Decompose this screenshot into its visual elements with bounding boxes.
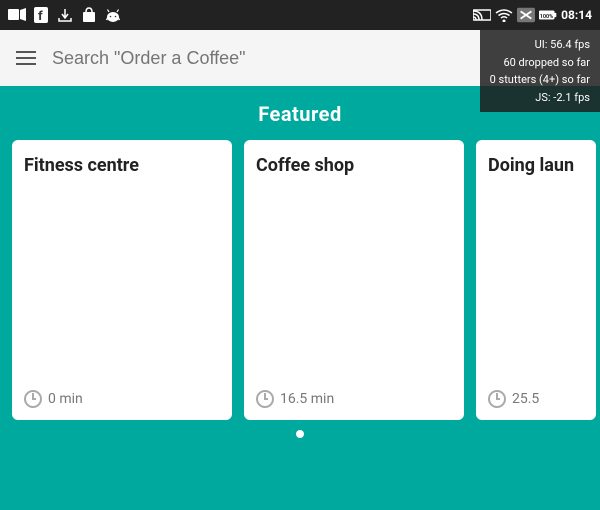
card-title-coffee: Coffee shop	[256, 154, 452, 177]
perf-line4: JS: -2.1 fps	[490, 89, 590, 107]
status-icons-left: f	[8, 6, 122, 24]
perf-line3: 0 stutters (4+) so far	[490, 71, 590, 89]
clock-icon-coffee	[256, 390, 274, 408]
wifi-icon	[495, 6, 513, 24]
hamburger-line2	[16, 57, 36, 59]
main-content: Featured Fitness centre 0 min Coffee sho…	[0, 86, 600, 510]
card-duration-coffee: 16.5 min	[280, 391, 334, 407]
android-icon	[104, 6, 122, 24]
bottom-dots	[0, 430, 600, 438]
card-duration-fitness: 0 min	[48, 391, 83, 407]
perf-line2: 60 dropped so far	[490, 54, 590, 72]
perf-overlay: UI: 56.4 fps 60 dropped so far 0 stutter…	[480, 30, 600, 112]
cast-icon	[473, 6, 491, 24]
shopping-bag-icon	[80, 6, 98, 24]
card-footer-laundry: 25.5	[488, 390, 584, 408]
facebook-icon: f	[32, 6, 50, 24]
card-footer-coffee: 16.5 min	[256, 390, 452, 408]
card-title-laundry: Doing laun	[488, 154, 584, 177]
dot-active	[296, 430, 304, 438]
card-duration-laundry: 25.5	[512, 391, 539, 407]
clock-icon-laundry	[488, 390, 506, 408]
video-icon	[8, 6, 26, 24]
cards-container: Fitness centre 0 min Coffee shop 16.5 mi…	[0, 140, 600, 420]
status-right: 100% 08:14	[473, 6, 592, 24]
hamburger-line3	[16, 63, 36, 65]
time-display: 08:14	[561, 8, 592, 22]
hamburger-menu-button[interactable]	[16, 51, 36, 65]
clock-icon-fitness	[24, 390, 42, 408]
svg-text:f: f	[38, 9, 43, 23]
perf-line1: UI: 56.4 fps	[490, 36, 590, 54]
card-fitness-centre[interactable]: Fitness centre 0 min	[12, 140, 232, 420]
card-doing-laundry[interactable]: Doing laun 25.5	[476, 140, 596, 420]
status-bar: f	[0, 0, 600, 30]
card-footer-fitness: 0 min	[24, 390, 220, 408]
signal-icon	[517, 6, 535, 24]
battery-icon: 100%	[539, 6, 557, 24]
hamburger-line1	[16, 51, 36, 53]
download-icon	[56, 6, 74, 24]
card-coffee-shop[interactable]: Coffee shop 16.5 min	[244, 140, 464, 420]
card-title-fitness: Fitness centre	[24, 154, 220, 177]
svg-text:100%: 100%	[540, 14, 554, 20]
